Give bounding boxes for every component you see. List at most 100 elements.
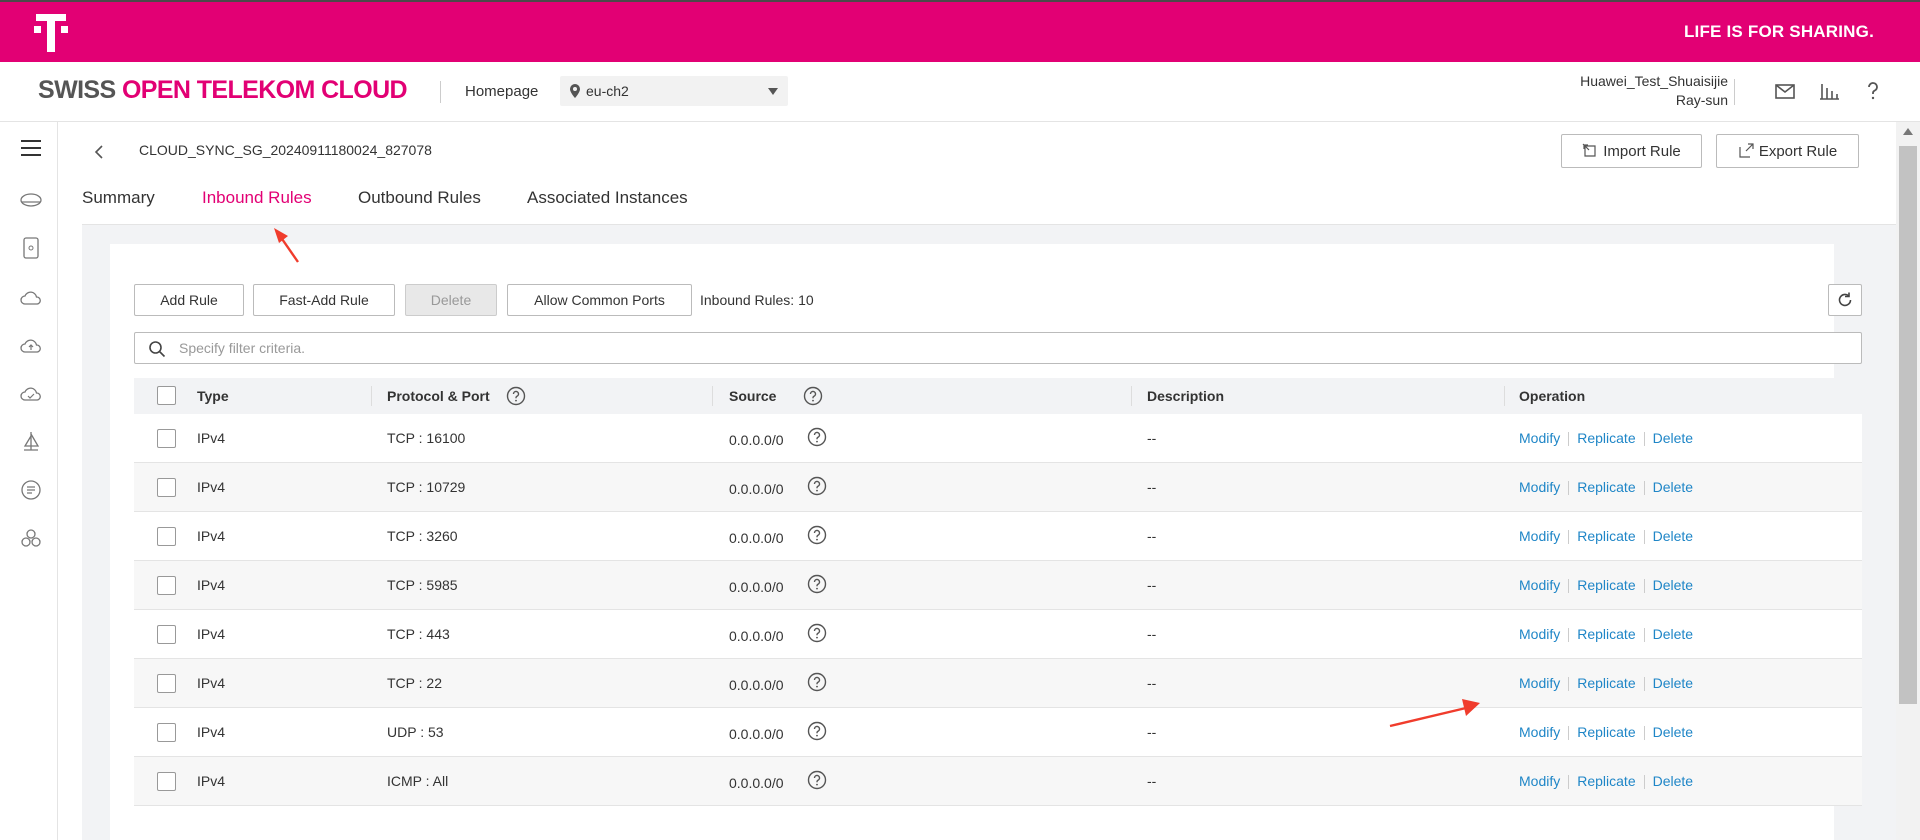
help-icon[interactable] <box>1862 80 1884 102</box>
delete-link[interactable]: Delete <box>1653 577 1693 593</box>
replicate-link[interactable]: Replicate <box>1577 430 1635 446</box>
console-header: SWISS OPEN TELEKOM CLOUD Homepage eu-ch2… <box>0 62 1920 122</box>
row-checkbox[interactable] <box>157 478 176 497</box>
left-service-nav <box>0 122 58 840</box>
cell-type: IPv4 <box>197 626 226 642</box>
tab-associated-instances[interactable]: Associated Instances <box>527 188 688 226</box>
delete-link[interactable]: Delete <box>1653 773 1693 789</box>
question-mark-icon[interactable] <box>807 476 827 496</box>
question-mark-icon[interactable] <box>807 623 827 643</box>
tablet-icon[interactable] <box>19 236 43 260</box>
filter-input[interactable] <box>179 333 1779 363</box>
operation-links: Modify Replicate Delete <box>1519 675 1693 692</box>
allow-common-ports-button[interactable]: Allow Common Ports <box>507 284 692 316</box>
cloud-upload-icon[interactable] <box>19 334 43 358</box>
tab-outbound-rules[interactable]: Outbound Rules <box>358 188 481 226</box>
question-mark-icon[interactable] <box>807 427 827 447</box>
cell-protocol-port: TCP : 3260 <box>387 528 458 544</box>
question-mark-icon[interactable] <box>506 386 526 406</box>
scroll-up-icon[interactable] <box>1903 128 1913 135</box>
cell-protocol-port: TCP : 22 <box>387 675 442 691</box>
rules-panel-background: Add Rule Fast-Add Rule Delete Allow Comm… <box>82 225 1896 840</box>
row-checkbox[interactable] <box>157 429 176 448</box>
refresh-button[interactable] <box>1828 284 1862 316</box>
question-mark-icon[interactable] <box>807 672 827 692</box>
user-account[interactable]: Huawei_Test_Shuaisijie Ray-sun <box>1580 72 1728 110</box>
region-selector[interactable]: eu-ch2 <box>560 76 788 106</box>
delete-link[interactable]: Delete <box>1653 724 1693 740</box>
cell-type: IPv4 <box>197 528 226 544</box>
row-checkbox[interactable] <box>157 625 176 644</box>
add-rule-button[interactable]: Add Rule <box>134 284 244 316</box>
cell-protocol-port: ICMP : All <box>387 773 449 789</box>
replicate-link[interactable]: Replicate <box>1577 626 1635 642</box>
mail-icon[interactable] <box>1774 80 1796 102</box>
column-divider <box>712 386 713 406</box>
modify-link[interactable]: Modify <box>1519 626 1560 642</box>
cell-protocol-port: UDP : 53 <box>387 724 444 740</box>
server-cloud-icon[interactable] <box>19 188 43 212</box>
question-mark-icon[interactable] <box>803 386 823 406</box>
cell-description: -- <box>1147 724 1157 740</box>
replicate-link[interactable]: Replicate <box>1577 479 1635 495</box>
link-separator <box>1568 628 1570 643</box>
delete-link[interactable]: Delete <box>1653 626 1693 642</box>
modify-link[interactable]: Modify <box>1519 724 1560 740</box>
cloud-check-icon[interactable] <box>19 382 43 406</box>
bar-chart-icon[interactable] <box>1818 80 1840 102</box>
row-checkbox[interactable] <box>157 772 176 791</box>
row-checkbox[interactable] <box>157 527 176 546</box>
replicate-link[interactable]: Replicate <box>1577 773 1635 789</box>
row-checkbox[interactable] <box>157 576 176 595</box>
row-checkbox[interactable] <box>157 723 176 742</box>
question-mark-icon[interactable] <box>807 574 827 594</box>
user-name: Ray-sun <box>1675 92 1728 108</box>
vertical-scrollbar[interactable] <box>1896 122 1920 840</box>
modify-link[interactable]: Modify <box>1519 528 1560 544</box>
scrollbar-thumb[interactable] <box>1899 146 1917 704</box>
select-all-checkbox[interactable] <box>157 386 176 405</box>
cloud-icon[interactable] <box>19 286 43 310</box>
fast-add-rule-button[interactable]: Fast-Add Rule <box>253 284 395 316</box>
delete-button[interactable]: Delete <box>405 284 497 316</box>
replicate-link[interactable]: Replicate <box>1577 724 1635 740</box>
cell-source: 0.0.0.0/0 <box>729 432 784 448</box>
replicate-link[interactable]: Replicate <box>1577 675 1635 691</box>
question-mark-icon[interactable] <box>807 525 827 545</box>
question-mark-icon[interactable] <box>807 770 827 790</box>
document-circle-icon[interactable] <box>19 478 43 502</box>
telekom-logo-icon[interactable] <box>34 14 68 52</box>
filter-search-box[interactable] <box>134 332 1862 364</box>
delete-link[interactable]: Delete <box>1653 479 1693 495</box>
tab-summary[interactable]: Summary <box>82 188 155 226</box>
modify-link[interactable]: Modify <box>1519 577 1560 593</box>
import-rule-button[interactable]: Import Rule <box>1561 134 1702 168</box>
modify-link[interactable]: Modify <box>1519 430 1560 446</box>
column-header-description: Description <box>1147 388 1225 404</box>
question-mark-icon[interactable] <box>807 721 827 741</box>
delete-link[interactable]: Delete <box>1653 528 1693 544</box>
cell-description: -- <box>1147 773 1157 789</box>
row-checkbox[interactable] <box>157 674 176 693</box>
sail-icon[interactable] <box>19 430 43 454</box>
cell-protocol-port: TCP : 10729 <box>387 479 466 495</box>
homepage-link[interactable]: Homepage <box>465 83 538 100</box>
delete-link[interactable]: Delete <box>1653 675 1693 691</box>
cluster-icon[interactable] <box>19 526 43 550</box>
inbound-rules-table: Type Protocol & Port Source Description … <box>134 378 1862 806</box>
replicate-link[interactable]: Replicate <box>1577 528 1635 544</box>
column-header-operation: Operation <box>1519 388 1586 404</box>
export-rule-button[interactable]: Export Rule <box>1716 134 1859 168</box>
modify-link[interactable]: Modify <box>1519 773 1560 789</box>
menu-icon[interactable] <box>19 136 43 160</box>
cell-type: IPv4 <box>197 675 226 691</box>
replicate-link[interactable]: Replicate <box>1577 577 1635 593</box>
brand-logo[interactable]: SWISS OPEN TELEKOM CLOUD <box>38 76 408 105</box>
tab-inbound-rules[interactable]: Inbound Rules <box>202 188 312 226</box>
link-separator <box>1643 775 1645 790</box>
delete-link[interactable]: Delete <box>1653 430 1693 446</box>
caret-down-icon <box>768 88 778 95</box>
modify-link[interactable]: Modify <box>1519 479 1560 495</box>
modify-link[interactable]: Modify <box>1519 675 1560 691</box>
back-chevron-icon[interactable] <box>92 144 106 160</box>
